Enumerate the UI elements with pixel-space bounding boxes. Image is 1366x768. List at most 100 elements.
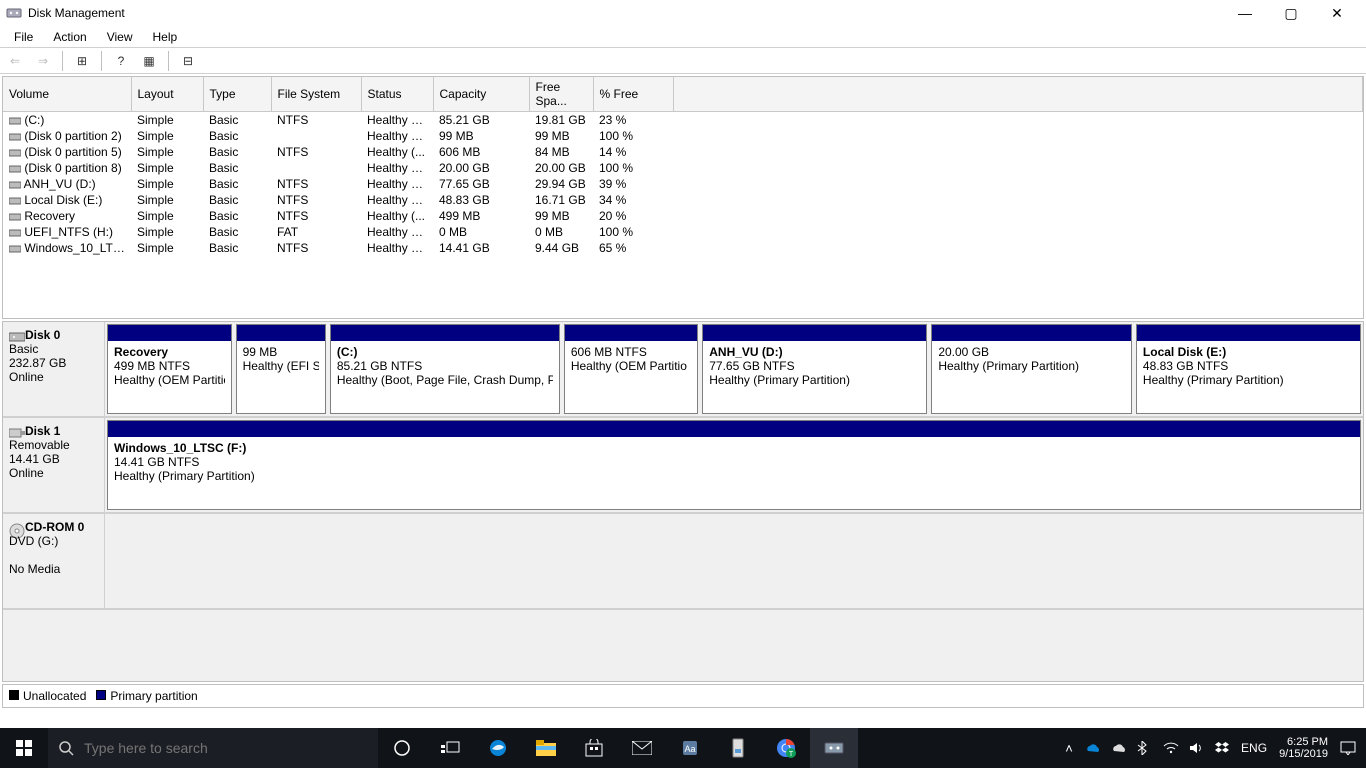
volume-cell: UEFI_NTFS (H:) [3, 224, 131, 240]
svg-text:Aa: Aa [684, 744, 695, 754]
volume-cell: Healthy (P... [361, 176, 433, 192]
volume-cell [673, 144, 1363, 160]
taskbar-chrome-icon[interactable]: T [762, 728, 810, 768]
properties-button[interactable]: ▦ [138, 50, 160, 72]
help-button[interactable]: ? [110, 50, 132, 72]
partition-box[interactable]: Recovery499 MB NTFSHealthy (OEM Partitio [107, 324, 232, 414]
volume-row[interactable]: UEFI_NTFS (H:)SimpleBasicFATHealthy (P..… [3, 224, 1363, 240]
tray-cloud-icon[interactable] [1111, 743, 1131, 754]
column-header[interactable]: Free Spa... [529, 77, 593, 112]
volume-cell: NTFS [271, 112, 361, 129]
partition-bar [1137, 325, 1360, 341]
tray-dropbox-icon[interactable] [1215, 742, 1235, 754]
column-header[interactable]: Status [361, 77, 433, 112]
partition-box[interactable]: Windows_10_LTSC (F:)14.41 GB NTFSHealthy… [107, 420, 1361, 510]
volume-cell: 20 % [593, 208, 673, 224]
disk-header[interactable]: Disk 0Basic232.87 GBOnline [3, 322, 105, 416]
volume-cell: Basic [203, 160, 271, 176]
taskbar-mail-icon[interactable] [618, 728, 666, 768]
volume-row[interactable]: (Disk 0 partition 2)SimpleBasicHealthy (… [3, 128, 1363, 144]
disk-header[interactable]: Disk 1Removable14.41 GBOnline [3, 418, 105, 512]
column-header[interactable]: Capacity [433, 77, 529, 112]
partition-box[interactable]: 20.00 GBHealthy (Primary Partition) [931, 324, 1132, 414]
taskbar-app-icon-1[interactable]: Aa [666, 728, 714, 768]
volume-row[interactable]: Local Disk (E:)SimpleBasicNTFSHealthy (P… [3, 192, 1363, 208]
taskbar-explorer-icon[interactable] [522, 728, 570, 768]
taskbar-diskmgmt-icon[interactable] [810, 728, 858, 768]
taskbar-app-icon-2[interactable] [714, 728, 762, 768]
minimize-button[interactable]: — [1222, 0, 1268, 26]
disk-row: Disk 1Removable14.41 GBOnlineWindows_10_… [3, 418, 1363, 514]
partition-box[interactable]: ANH_VU (D:)77.65 GB NTFSHealthy (Primary… [702, 324, 927, 414]
disk-header[interactable]: CD-ROM 0DVD (G:)No Media [3, 514, 105, 608]
column-header[interactable]: File System [271, 77, 361, 112]
volume-cell: 0 MB [433, 224, 529, 240]
show-hide-tree-button[interactable]: ⊞ [71, 50, 93, 72]
menu-help[interactable]: Help [143, 28, 188, 46]
partition-box[interactable]: (C:)85.21 GB NTFSHealthy (Boot, Page Fil… [330, 324, 560, 414]
volume-cell: Simple [131, 144, 203, 160]
volume-cell: Basic [203, 192, 271, 208]
cortana-icon[interactable] [378, 728, 426, 768]
taskbar-store-icon[interactable] [570, 728, 618, 768]
volume-cell [673, 112, 1363, 129]
volume-row[interactable]: RecoverySimpleBasicNTFSHealthy (...499 M… [3, 208, 1363, 224]
volume-list[interactable]: VolumeLayoutTypeFile SystemStatusCapacit… [2, 76, 1364, 319]
close-button[interactable]: ✕ [1314, 0, 1360, 26]
volume-cell: 34 % [593, 192, 673, 208]
volume-cell: Healthy (P... [361, 160, 433, 176]
column-header[interactable]: % Free [593, 77, 673, 112]
partition-box[interactable]: Local Disk (E:)48.83 GB NTFSHealthy (Pri… [1136, 324, 1361, 414]
volume-row[interactable]: (Disk 0 partition 5)SimpleBasicNTFSHealt… [3, 144, 1363, 160]
volume-cell: (C:) [3, 112, 131, 129]
volume-cell: Healthy (E... [361, 128, 433, 144]
volume-cell: 100 % [593, 224, 673, 240]
back-button[interactable]: ⇐ [4, 50, 26, 72]
system-tray[interactable]: ˄ ENG 6:25 PM 9/15/2019 [1053, 728, 1366, 768]
tray-notifications-icon[interactable] [1340, 741, 1360, 755]
partition-box[interactable]: 99 MBHealthy (EFI Sy [236, 324, 326, 414]
disk-graphical-view[interactable]: Disk 0Basic232.87 GBOnlineRecovery499 MB… [2, 321, 1364, 682]
settings-button[interactable]: ⊟ [177, 50, 199, 72]
search-input[interactable] [84, 740, 368, 756]
menu-file[interactable]: File [4, 28, 43, 46]
partition-bar [108, 421, 1360, 437]
task-view-icon[interactable] [426, 728, 474, 768]
tray-volume-icon[interactable] [1189, 742, 1209, 754]
volume-cell: Basic [203, 224, 271, 240]
volume-cell: Local Disk (E:) [3, 192, 131, 208]
volume-cell: FAT [271, 224, 361, 240]
taskbar-edge-icon[interactable] [474, 728, 522, 768]
column-header[interactable]: Type [203, 77, 271, 112]
volume-row[interactable]: Windows_10_LTSC...SimpleBasicNTFSHealthy… [3, 240, 1363, 256]
volume-row[interactable]: ANH_VU (D:)SimpleBasicNTFSHealthy (P...7… [3, 176, 1363, 192]
menu-action[interactable]: Action [43, 28, 96, 46]
tray-bluetooth-icon[interactable] [1137, 741, 1157, 755]
volume-cell: Basic [203, 128, 271, 144]
volume-cell: (Disk 0 partition 2) [3, 128, 131, 144]
volume-cell: Simple [131, 160, 203, 176]
forward-button[interactable]: ⇒ [32, 50, 54, 72]
tray-language[interactable]: ENG [1241, 741, 1267, 755]
tray-wifi-icon[interactable] [1163, 742, 1183, 754]
column-header[interactable]: Volume [3, 77, 131, 112]
volume-cell: Basic [203, 176, 271, 192]
partition-box[interactable]: 606 MB NTFSHealthy (OEM Partitio [564, 324, 698, 414]
taskbar-search[interactable] [48, 728, 378, 768]
volume-cell: NTFS [271, 144, 361, 160]
menu-view[interactable]: View [97, 28, 143, 46]
volume-cell [673, 128, 1363, 144]
volume-row[interactable]: (Disk 0 partition 8)SimpleBasicHealthy (… [3, 160, 1363, 176]
volume-cell: 606 MB [433, 144, 529, 160]
legend: Unallocated Primary partition [2, 684, 1364, 708]
volume-cell: 77.65 GB [433, 176, 529, 192]
volume-row[interactable]: (C:)SimpleBasicNTFSHealthy (B...85.21 GB… [3, 112, 1363, 129]
tray-onedrive-icon[interactable] [1085, 743, 1105, 754]
tray-clock[interactable]: 6:25 PM 9/15/2019 [1273, 736, 1334, 760]
menu-bar: File Action View Help [0, 26, 1366, 48]
maximize-button[interactable]: ▢ [1268, 0, 1314, 26]
start-button[interactable] [0, 728, 48, 768]
tray-chevron-icon[interactable]: ˄ [1059, 741, 1079, 756]
column-header[interactable]: Layout [131, 77, 203, 112]
volume-cell: 23 % [593, 112, 673, 129]
